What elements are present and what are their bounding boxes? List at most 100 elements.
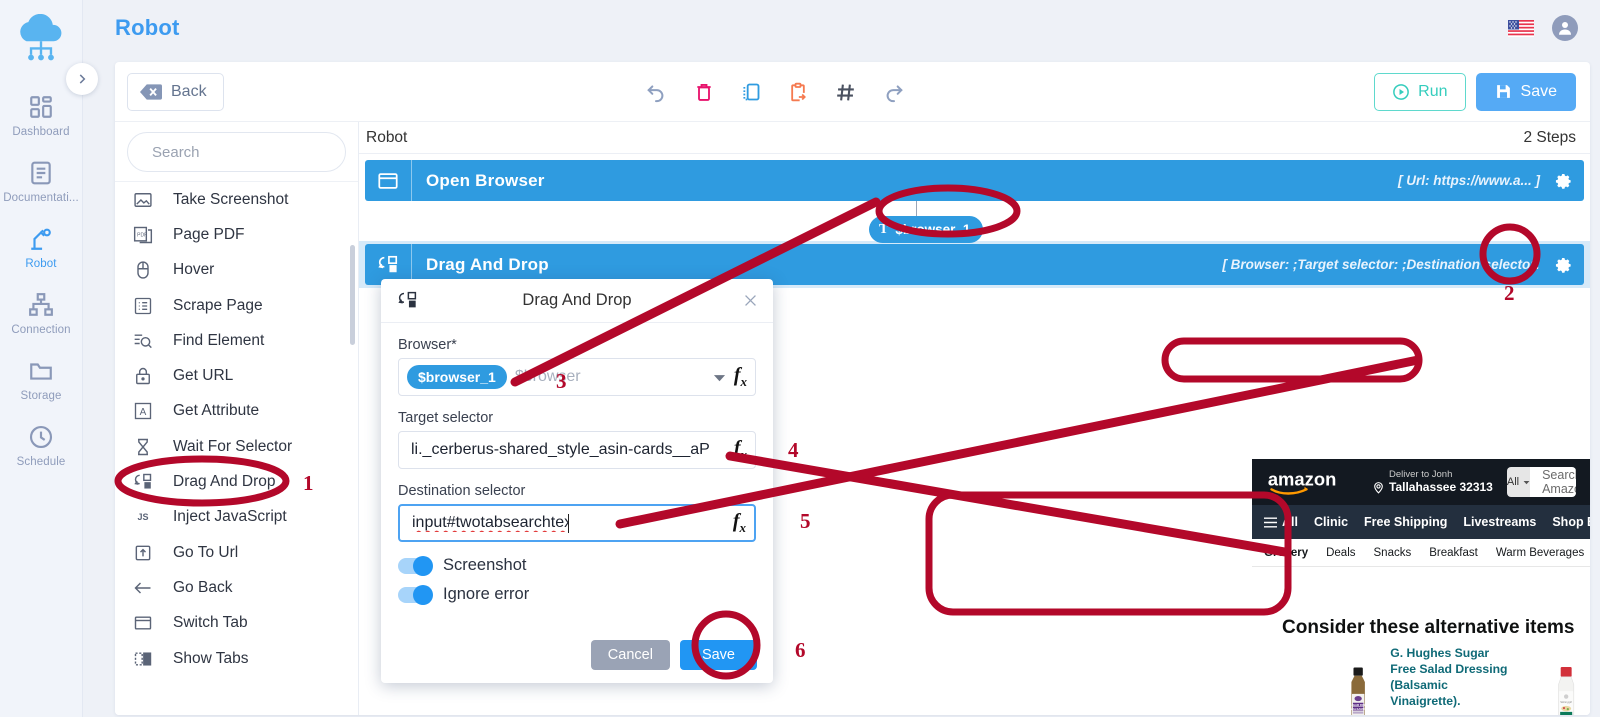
product-card[interactable]: Skinnygirl Skinnygirl Fat-Free Salad D P… (1547, 637, 1590, 715)
action-go-back[interactable]: Go Back (115, 570, 358, 605)
paste-icon[interactable] (788, 81, 808, 103)
amazon-subnav-item[interactable]: Warm Beverages (1496, 547, 1584, 559)
screenshot-toggle-row[interactable]: Screenshot (398, 555, 756, 576)
fx-icon[interactable]: fx (734, 437, 747, 463)
amazon-search-placeholder: Search Amazon (1542, 468, 1576, 496)
back-button[interactable]: Back (127, 72, 224, 111)
product-name[interactable]: G. Hughes Sugar Free Salad Dressing (Bal… (1390, 645, 1510, 709)
sidebar-item-label: Robot (25, 258, 57, 270)
amazon-subnav-item[interactable]: Grocery (1264, 547, 1308, 559)
sidebar-item-dashboard[interactable]: Dashboard (0, 94, 83, 138)
step-open-browser[interactable]: Open Browser [ Url: https://www.a... ] (365, 160, 1584, 201)
action-label: Find Element (173, 331, 265, 349)
us-flag-icon[interactable] (1508, 19, 1534, 37)
target-selector-field[interactable]: li._cerberus-shared_style_asin-cards__aP… (398, 431, 756, 469)
variable-chip-label: $browser_1 (895, 222, 971, 237)
browser-field[interactable]: $browser_1 $browser fx (398, 358, 756, 396)
browser-chip-value[interactable]: $browser_1 (407, 365, 507, 389)
user-avatar-icon[interactable] (1552, 15, 1578, 41)
screenshot-toggle[interactable] (398, 555, 433, 576)
ignore-error-toggle[interactable] (398, 584, 433, 605)
undo-icon[interactable] (645, 81, 667, 103)
product-text: G. Hughes Sugar Free Salad Dressing (Bal… (1390, 637, 1510, 715)
chevron-down-icon[interactable] (713, 371, 726, 384)
arrow-left-icon (134, 582, 151, 594)
amazon-nav-item[interactable]: Shop By Interest (1552, 515, 1590, 529)
delete-trash-icon[interactable] (694, 81, 714, 103)
save-button-label: Save (1520, 82, 1557, 100)
action-switch-tab[interactable]: Switch Tab (115, 606, 358, 641)
duplicate-icon[interactable] (741, 81, 761, 103)
step-settings-button[interactable] (1540, 160, 1584, 201)
amazon-subnav-item[interactable]: Snacks (1374, 547, 1412, 559)
amazon-nav-all[interactable]: All (1264, 515, 1298, 529)
sidebar-item-robot[interactable]: Robot (0, 226, 83, 270)
action-find-element[interactable]: Find Element (115, 323, 358, 358)
sidebar-item-connection[interactable]: Connection (0, 292, 83, 336)
target-selector-label: Target selector (398, 410, 494, 426)
pdf-icon: PDF (133, 226, 153, 244)
action-drag-and-drop[interactable]: Drag And Drop (115, 464, 358, 499)
save-button[interactable]: Save (1475, 72, 1576, 111)
action-take-screenshot[interactable]: Take Screenshot (115, 182, 358, 217)
ignore-error-toggle-row[interactable]: Ignore error (398, 584, 756, 605)
action-scrape-page[interactable]: Scrape Page (115, 288, 358, 323)
hamburger-icon (1264, 516, 1277, 528)
action-show-tabs[interactable]: Show Tabs (115, 641, 358, 676)
action-page-pdf[interactable]: PDF Page PDF (115, 217, 358, 252)
gear-icon (1555, 174, 1571, 189)
redo-icon[interactable] (883, 81, 905, 103)
dialog-header: Drag And Drop (381, 279, 773, 323)
editor-toolbar: Back Run Save (115, 62, 1590, 122)
action-wait-for-selector[interactable]: Wait For Selector (115, 429, 358, 464)
product-rating[interactable]: ★★★★½ 112 (1390, 713, 1510, 715)
product-card[interactable]: SUGAR FREE BALSAMIC G. Hughes Sugar Free… (1340, 637, 1511, 715)
step-settings-button[interactable] (1540, 244, 1584, 285)
amazon-search-bar[interactable]: All Search Amazon (1506, 467, 1576, 497)
destination-selector-field[interactable]: input#twotabsearchtextbox fx (398, 504, 756, 542)
svg-text:A: A (140, 408, 147, 419)
amazon-deliver-to[interactable]: Deliver to Jonh Tallahassee 32313 (1372, 469, 1493, 496)
sidebar-item-storage[interactable]: Storage (0, 358, 83, 402)
fx-icon[interactable]: fx (734, 364, 747, 390)
nav-all-label: All (1282, 515, 1298, 529)
action-list-scrollbar[interactable] (350, 245, 355, 345)
amazon-nav-item[interactable]: Free Shipping (1364, 515, 1447, 529)
amazon-subnav-item[interactable]: Breakfast (1429, 547, 1478, 559)
svg-text:Skinnygirl: Skinnygirl (1560, 700, 1572, 704)
action-go-to-url[interactable]: Go To Url (115, 535, 358, 570)
dashboard-grid-icon (30, 96, 52, 118)
dialog-save-button[interactable]: Save (679, 640, 757, 670)
amazon-top-bar: amazon Deliver to Jonh Tallahassee 32313 (1252, 459, 1590, 505)
screenshot-toggle-label: Screenshot (443, 556, 527, 574)
cancel-button[interactable]: Cancel (590, 640, 670, 670)
sidebar-item-documentation[interactable]: Documentati... (0, 160, 83, 204)
close-icon[interactable] (742, 292, 759, 309)
action-inject-javascript[interactable]: JS Inject JavaScript (115, 500, 358, 535)
amazon-subnav-item[interactable]: Deals (1326, 547, 1355, 559)
amazon-search-category[interactable]: All (1506, 467, 1531, 497)
destination-selector-value[interactable]: input#twotabsearchtextbox (412, 514, 568, 532)
variable-chip-browser[interactable]: T $browser_1 (869, 216, 984, 243)
app-header: Robot (83, 0, 1600, 56)
amazon-nav-item[interactable]: Clinic (1314, 515, 1348, 529)
hash-icon[interactable] (835, 82, 856, 103)
action-hover[interactable]: Hover (115, 253, 358, 288)
target-selector-value[interactable]: li._cerberus-shared_style_asin-cards__aP (411, 441, 726, 459)
search-input[interactable] (152, 143, 351, 161)
rail-expand-button[interactable] (66, 63, 98, 95)
amazon-nav-item[interactable]: Livestreams (1463, 515, 1536, 529)
editor-split: Take Screenshot PDF Page PDF Hover Scrap… (115, 122, 1590, 715)
sidebar-item-schedule[interactable]: Schedule (0, 424, 83, 468)
action-label: Drag And Drop (173, 473, 276, 491)
action-list[interactable]: Take Screenshot PDF Page PDF Hover Scrap… (115, 181, 358, 715)
run-button[interactable]: Run (1374, 72, 1466, 111)
action-get-attribute[interactable]: A Get Attribute (115, 394, 358, 429)
browser-field-label: Browser* (398, 337, 457, 353)
fx-icon[interactable]: fx (733, 510, 746, 536)
dialog-footer: Cancel Save (590, 640, 757, 670)
action-get-url[interactable]: Get URL (115, 358, 358, 393)
step-count: 2 Steps (1523, 128, 1576, 146)
search-box[interactable] (127, 132, 351, 172)
amazon-search-input[interactable]: Search Amazon (1530, 467, 1576, 497)
